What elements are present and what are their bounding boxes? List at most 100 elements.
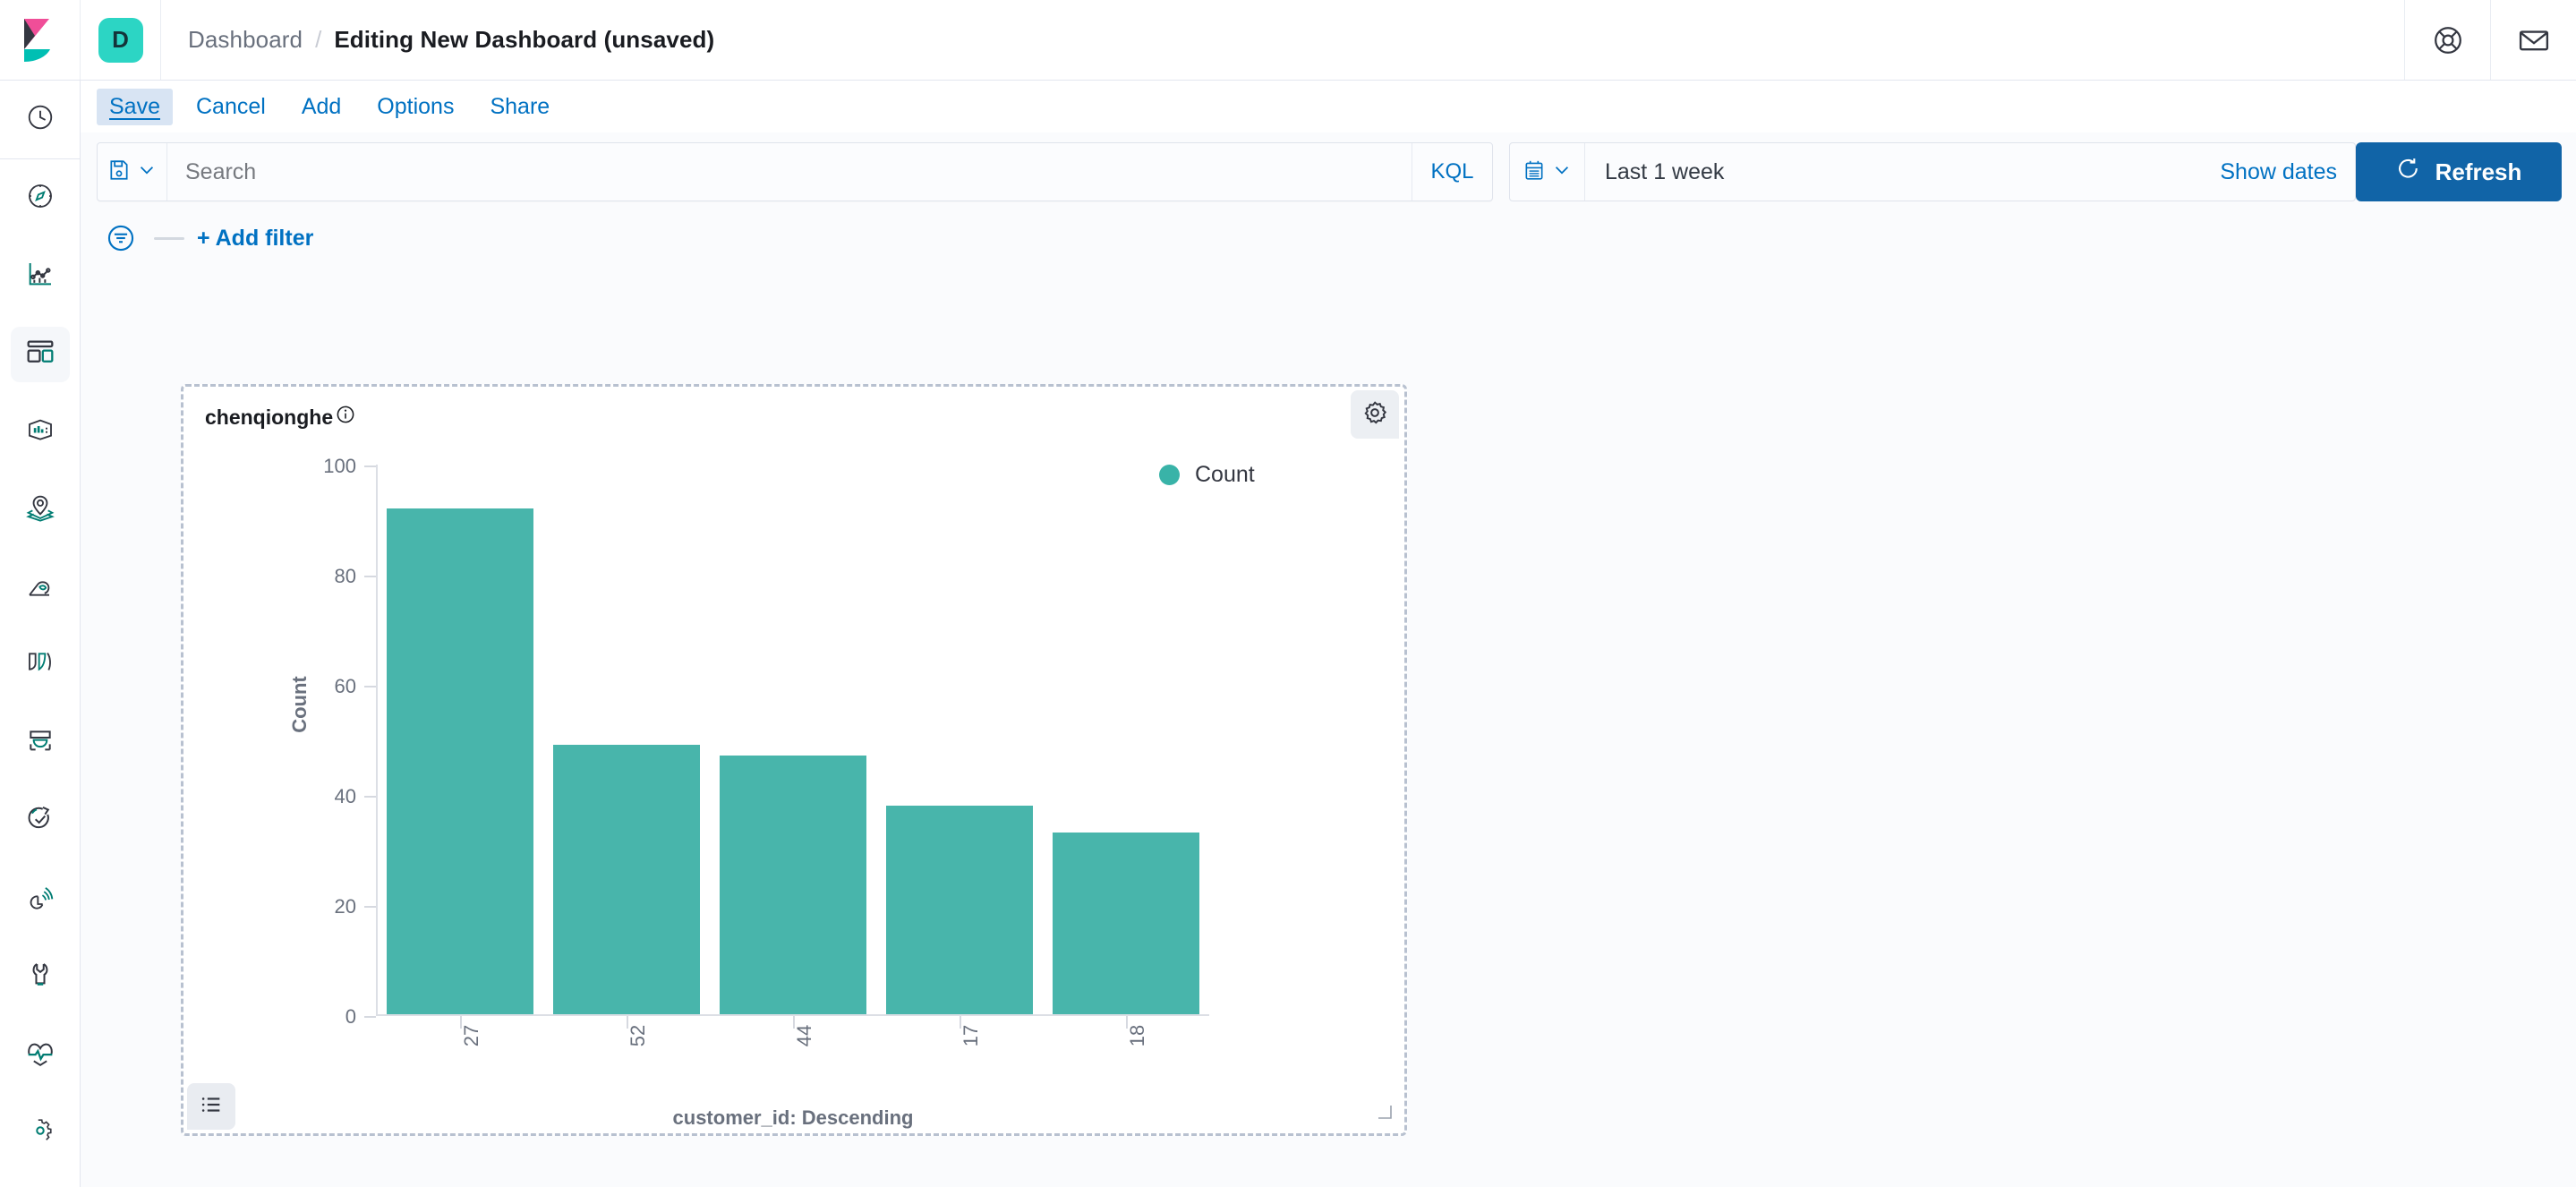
global-header: D Dashboard / Editing New Dashboard (uns… [0,0,2576,81]
x-tick-label: 18 [1126,1025,1149,1046]
uptime-check-icon [26,805,55,838]
y-tick-40: 40 [335,785,376,808]
y-tick-label: 0 [345,1005,356,1029]
x-tick: 18 [1043,1016,1209,1097]
panel-header: chenqionghe [205,405,355,430]
sidebar-item-recently-viewed[interactable] [0,81,81,158]
show-dates-button[interactable]: Show dates [2220,143,2355,201]
breadcrumb-dashboard[interactable]: Dashboard [188,26,303,54]
sidebar-item-siem[interactable] [0,860,81,938]
main-content: Save Cancel Add Options Share [81,81,2576,1187]
map-pin-layers-icon [26,493,55,526]
bar-column [377,465,543,1014]
envelope-icon[interactable] [2490,0,2576,80]
add-button[interactable]: Add [289,89,354,125]
saved-object-icon [107,158,131,186]
breadcrumb: Dashboard / Editing New Dashboard (unsav… [161,0,714,80]
bar-27[interactable] [387,508,534,1014]
kibana-dashboard-app: D Dashboard / Editing New Dashboard (uns… [0,0,2576,1187]
x-tick: 17 [876,1016,1043,1097]
wrench-icon [26,961,55,994]
filter-settings-icon[interactable] [100,223,141,253]
bar-column [1043,465,1209,1014]
sidebar-item-dashboard[interactable] [0,315,81,393]
bar-52[interactable] [553,745,701,1014]
options-button[interactable]: Options [364,89,466,125]
share-button[interactable]: Share [477,89,562,125]
kibana-logo[interactable] [0,0,81,80]
refresh-button[interactable]: Refresh [2356,142,2562,201]
help-icon[interactable] [2404,0,2490,80]
x-tick: 52 [543,1016,710,1097]
refresh-icon [2396,157,2421,188]
y-tick-label: 80 [335,565,356,588]
sidebar-item-dev-tools[interactable] [0,938,81,1016]
breadcrumb-current: Editing New Dashboard (unsaved) [334,26,714,54]
compass-icon [26,182,55,215]
sidebar-item-management[interactable] [0,1094,81,1172]
x-tick-label: 52 [627,1025,650,1046]
y-tick-label: 100 [323,455,356,478]
date-picker: Last 1 week Show dates [1509,142,2356,201]
clock-icon [26,103,55,136]
y-tick-mark [364,1016,376,1018]
filter-bar: + Add filter [81,211,2576,265]
sidebar-item-infrastructure[interactable] [0,705,81,782]
sidebar-item-monitoring[interactable] [0,1016,81,1094]
left-navigation [0,81,81,1187]
sidebar-item-canvas[interactable] [0,393,81,471]
machine-learning-icon [26,571,55,604]
sidebar-item-discover[interactable] [0,159,81,237]
apm-icon [26,649,55,682]
y-tick-mark [364,576,376,577]
y-tick-label: 60 [335,675,356,698]
sidebar-item-maps[interactable] [0,471,81,549]
gear-icon [1361,399,1388,431]
bar-column [543,465,710,1014]
filter-divider [154,237,184,240]
sidebar-item-apm[interactable] [0,627,81,705]
y-tick-mark [364,686,376,687]
infrastructure-icon [26,727,55,760]
search-input[interactable]: Search [167,143,1412,201]
query-language-button[interactable]: KQL [1412,143,1492,201]
dashboard-icon [25,337,55,371]
y-tick-0: 0 [345,1005,376,1029]
date-range-value[interactable]: Last 1 week [1585,143,2220,201]
save-button[interactable]: Save [97,89,173,125]
app-badge[interactable]: D [98,18,143,63]
info-circle-icon[interactable] [336,405,355,430]
y-tick-label: 40 [335,785,356,808]
add-filter-button[interactable]: + Add filter [197,226,313,252]
y-tick-20: 20 [335,895,376,918]
calendar-icon [1523,158,1546,186]
dashboard-panel: chenqionghe [181,384,1407,1136]
bar-44[interactable] [720,756,867,1014]
saved-query-button[interactable] [98,143,167,201]
x-axis-title: customer_id: Descending [377,1106,1209,1130]
resize-handle-icon[interactable] [1376,1103,1394,1124]
y-tick-mark [364,906,376,908]
y-tick-mark [364,465,376,467]
quick-select-button[interactable] [1510,143,1585,201]
bar-18[interactable] [1053,833,1200,1014]
x-tick: 27 [377,1016,543,1097]
sidebar-item-machine-learning[interactable] [0,549,81,627]
cancel-button[interactable]: Cancel [183,89,278,125]
heart-pulse-icon [26,1038,55,1072]
app-badge-container: D [81,0,161,80]
dashboard-top-nav: Save Cancel Add Options Share [81,81,2576,132]
sidebar-item-uptime[interactable] [0,782,81,860]
y-tick-60: 60 [335,675,376,698]
panel-context-menu-button[interactable] [1351,390,1399,439]
plot-area [377,465,1209,1014]
query-bar: Search KQL [81,132,2576,211]
panel-title-text[interactable]: chenqionghe [205,406,333,430]
sidebar-item-visualize[interactable] [0,237,81,315]
chevron-down-icon [1552,160,1572,184]
header-actions [2404,0,2576,80]
legend-toggle-button[interactable] [187,1083,235,1130]
bar-column [710,465,876,1014]
x-tick-label: 44 [793,1025,816,1046]
bar-17[interactable] [886,806,1034,1014]
